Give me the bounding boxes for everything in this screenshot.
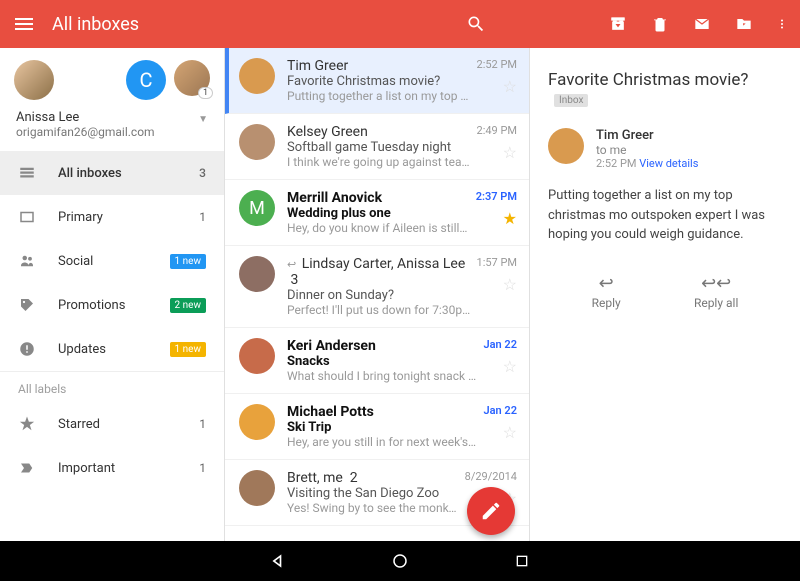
message-avatar[interactable]: [239, 404, 275, 440]
label-important[interactable]: Important1: [0, 446, 224, 490]
folder-primary[interactable]: Primary1: [0, 195, 224, 239]
star-icon[interactable]: ☆: [503, 143, 517, 162]
message-preview: What should I bring tonight snack wise? …: [287, 369, 478, 383]
message-row[interactable]: Tim GreerFavorite Christmas movie?Puttin…: [225, 48, 529, 114]
message-time: Jan 22: [484, 404, 517, 417]
message-subject: Dinner on Sunday?: [287, 288, 471, 303]
recents-button[interactable]: [511, 550, 533, 572]
user-name: Anissa Lee: [16, 110, 198, 125]
labels-header: All labels: [0, 371, 224, 402]
message-preview: Hey, do you know if Aileen is still avai…: [287, 221, 470, 235]
message-avatar[interactable]: [239, 338, 275, 374]
detail-subject: Favorite Christmas movie?Inbox: [548, 70, 782, 110]
message-preview: Perfect! I'll put us down for 7:30pm... …: [287, 303, 471, 317]
message-row[interactable]: Michael PottsSki TripHey, are you still …: [225, 394, 529, 460]
message-preview: Hey, are you still in for next week's sk…: [287, 435, 478, 449]
view-details-link[interactable]: View details: [639, 157, 698, 170]
account-switcher[interactable]: C 1: [0, 48, 224, 108]
folder-updates[interactable]: Updates1 new: [0, 327, 224, 371]
app-header: All inboxes: [0, 0, 800, 48]
user-email: origamifan26@gmail.com: [16, 125, 198, 139]
message-subject: Ski Trip: [287, 420, 478, 435]
message-from: Michael Potts: [287, 404, 478, 420]
message-preview: Putting together a list on my top christ…: [287, 89, 471, 103]
chevron-down-icon: ▼: [198, 114, 208, 125]
message-subject: Visiting the San Diego Zoo: [287, 486, 459, 501]
android-navbar: [0, 541, 800, 581]
updates-icon: [18, 340, 36, 358]
message-subject: Softball game Tuesday night: [287, 140, 471, 155]
detail-sender-avatar[interactable]: [548, 128, 584, 164]
message-row[interactable]: ↩ Lindsay Carter, Anissa Lee 3Dinner on …: [225, 246, 529, 328]
message-from: ↩ Lindsay Carter, Anissa Lee 3: [287, 256, 471, 288]
message-avatar[interactable]: [239, 58, 275, 94]
star-icon: [18, 415, 36, 433]
important-icon: [18, 459, 36, 477]
detail-body: Putting together a list on my top christ…: [548, 186, 782, 245]
message-from: Merrill Anovick: [287, 190, 470, 206]
message-avatar[interactable]: M: [239, 190, 275, 226]
star-icon[interactable]: ☆: [503, 77, 517, 96]
message-time: 8/29/2014: [465, 470, 517, 483]
folder-social[interactable]: Social1 new: [0, 239, 224, 283]
primary-icon: [18, 208, 36, 226]
all-icon: [18, 164, 36, 182]
message-time: 2:37 PM: [476, 190, 517, 203]
search-icon[interactable]: [466, 14, 486, 34]
detail-time: 2:52 PM View details: [596, 157, 698, 170]
folder-promotions[interactable]: Promotions2 new: [0, 283, 224, 327]
avatar-badge: 1: [198, 87, 213, 99]
home-button[interactable]: [389, 550, 411, 572]
label-starred[interactable]: Starred1: [0, 402, 224, 446]
message-row[interactable]: M Merrill AnovickWedding plus oneHey, do …: [225, 180, 529, 246]
archive-icon[interactable]: [608, 14, 628, 34]
social-icon: [18, 252, 36, 270]
compose-fab[interactable]: [467, 487, 515, 535]
folder-all[interactable]: All inboxes3: [0, 151, 224, 195]
message-subject: Snacks: [287, 354, 478, 369]
star-icon[interactable]: ☆: [503, 275, 517, 294]
message-time: Jan 22: [484, 338, 517, 351]
promo-icon: [18, 296, 36, 314]
message-detail: Favorite Christmas movie?Inbox Tim Greer…: [530, 48, 800, 541]
message-time: 2:49 PM: [477, 124, 517, 137]
message-preview: I think we're going up against team "St.…: [287, 155, 471, 169]
message-list: Tim GreerFavorite Christmas movie?Puttin…: [225, 48, 530, 541]
star-icon[interactable]: ★: [503, 209, 517, 228]
message-preview: Yes! Swing by to see the monkeys! On F: [287, 501, 459, 515]
header-title: All inboxes: [52, 14, 466, 35]
star-icon[interactable]: ☆: [503, 357, 517, 376]
reply-icon: ↩: [287, 258, 296, 271]
message-avatar[interactable]: [239, 470, 275, 506]
avatar-main[interactable]: [14, 60, 54, 100]
reply-all-button[interactable]: ↩↩Reply all: [694, 273, 738, 310]
message-from: Kelsey Green: [287, 124, 471, 140]
message-time: 1:57 PM: [477, 256, 517, 269]
message-row[interactable]: Kelsey GreenSoftball game Tuesday nightI…: [225, 114, 529, 180]
avatar-clockwork[interactable]: C: [126, 60, 166, 100]
message-from: Brett, me 2: [287, 470, 459, 486]
message-time: 2:52 PM: [477, 58, 517, 71]
message-from: Tim Greer: [287, 58, 471, 74]
message-avatar[interactable]: [239, 256, 275, 292]
message-subject: Wedding plus one: [287, 206, 470, 221]
delete-icon[interactable]: [650, 14, 670, 34]
detail-inbox-chip: Inbox: [554, 94, 588, 107]
menu-icon[interactable]: [12, 12, 36, 36]
message-subject: Favorite Christmas movie?: [287, 74, 471, 89]
detail-to: to me: [596, 143, 698, 157]
move-to-icon[interactable]: [734, 14, 754, 34]
detail-from: Tim Greer: [596, 128, 698, 143]
back-button[interactable]: [267, 550, 289, 572]
sidebar: C 1 Anissa Lee origamifan26@gmail.com ▼ …: [0, 48, 225, 541]
mark-unread-icon[interactable]: [692, 14, 712, 34]
reply-button[interactable]: ↩Reply: [592, 273, 621, 310]
message-row[interactable]: Keri AndersenSnacksWhat should I bring t…: [225, 328, 529, 394]
star-icon[interactable]: ☆: [503, 423, 517, 442]
avatar-secondary[interactable]: 1: [174, 60, 210, 96]
message-avatar[interactable]: [239, 124, 275, 160]
account-dropdown[interactable]: Anissa Lee origamifan26@gmail.com ▼: [0, 108, 224, 151]
overflow-icon[interactable]: [776, 14, 788, 34]
message-from: Keri Andersen: [287, 338, 478, 354]
